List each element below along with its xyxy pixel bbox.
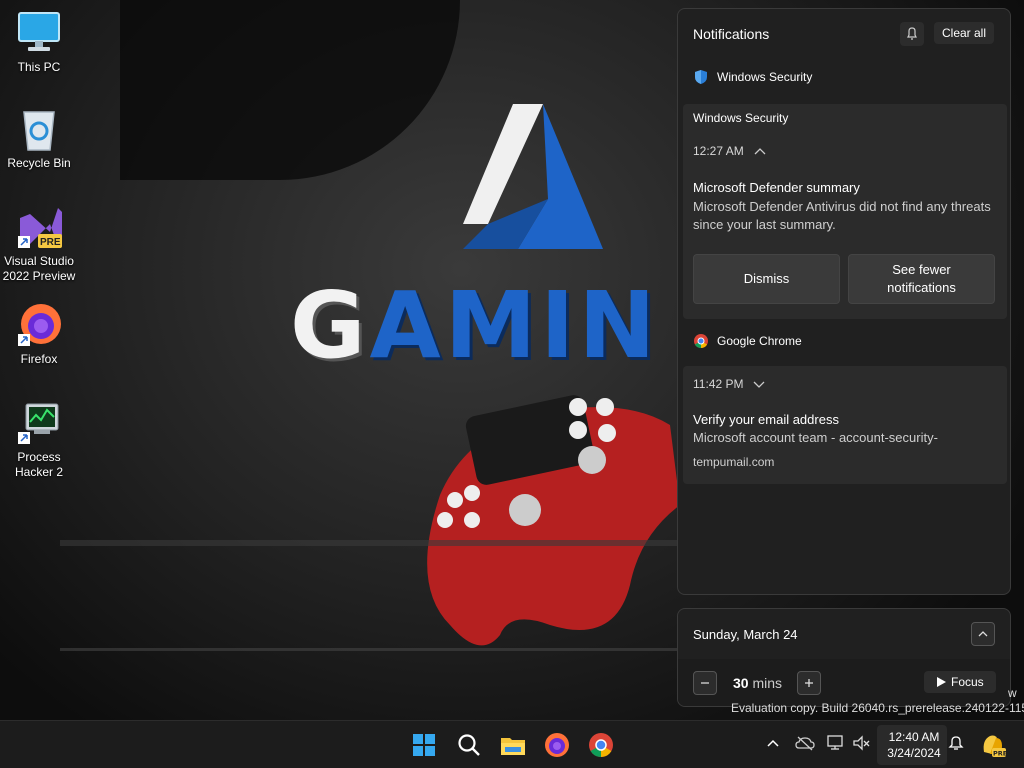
notification-card-defender[interactable]: 12:27 AM Microsoft Defender summary Micr… [683, 132, 1007, 319]
see-fewer-button[interactable]: See fewer notifications [848, 254, 995, 304]
focus-label: Focus [951, 675, 984, 689]
copilot-preview-icon: PRE [983, 735, 1007, 758]
chrome-taskbar-button[interactable] [587, 731, 615, 759]
cloud-offline-icon [795, 736, 815, 751]
copilot-button[interactable]: PRE [980, 732, 1007, 758]
process-hacker-icon [16, 400, 62, 446]
notification-time-text: 11:42 PM [693, 377, 744, 391]
focus-button[interactable]: Focus [924, 671, 996, 693]
notification-center: Notifications Clear all Windows Security… [677, 8, 1011, 595]
bell-icon [948, 736, 964, 750]
focus-minutes-value: 30 [733, 675, 749, 691]
visual-studio-icon: PRE [16, 204, 62, 250]
app-name: Windows Security [717, 70, 813, 84]
wallpaper-shape [120, 0, 460, 180]
focus-minutes-unit: mins [752, 675, 783, 691]
calendar-expand-button[interactable] [971, 622, 995, 646]
evaluation-watermark: Evaluation copy. Build 26040.rs_prerelea… [731, 701, 1024, 715]
chevron-down-icon [754, 381, 765, 388]
evaluation-watermark-edge: w [1008, 686, 1017, 700]
app-header-windows-security[interactable]: Windows Security [693, 69, 812, 85]
decrease-minutes-button[interactable] [693, 671, 717, 695]
desktop-icon-label: This PC [17, 60, 61, 74]
notification-group-header: Windows Security [683, 104, 1007, 132]
firefox-icon [545, 733, 569, 757]
volume-muted-icon [853, 735, 870, 751]
start-icon [413, 734, 435, 756]
show-hidden-icons-button[interactable] [763, 733, 783, 753]
chrome-icon [694, 334, 708, 349]
calendar-panel: Sunday, March 24 30 mins Focus [677, 608, 1011, 707]
wallpaper-band [60, 540, 700, 546]
do-not-disturb-button[interactable] [900, 22, 924, 46]
notification-title: Microsoft Defender summary [693, 180, 860, 195]
notification-body: Microsoft account team - account-securit… [693, 430, 938, 445]
notification-title: Verify your email address [693, 412, 839, 427]
search-button[interactable] [455, 731, 483, 759]
firefox-taskbar-button[interactable] [543, 731, 571, 759]
calendar-date: Sunday, March 24 [693, 627, 798, 642]
start-button[interactable] [410, 731, 438, 759]
play-icon [937, 677, 946, 687]
notification-time-text: 12:27 AM [693, 144, 744, 158]
group-header-label: Windows Security [693, 111, 789, 125]
monitor-icon [16, 10, 62, 56]
focus-duration: 30 mins [733, 675, 782, 691]
app-header-google-chrome[interactable]: Google Chrome [693, 333, 802, 349]
file-explorer-button[interactable] [499, 731, 527, 759]
chevron-up-icon [754, 148, 766, 155]
preview-badge: PRE [40, 237, 61, 248]
desktop-icon-visual-studio[interactable]: PRE Visual Studio 2022 Preview [0, 204, 78, 284]
desktop-icon-label: Firefox [20, 352, 58, 366]
notification-body: Microsoft Defender Antivirus did not fin… [693, 199, 991, 232]
desktop-icon-this-pc[interactable]: This PC [0, 10, 78, 75]
volume-tray-button[interactable] [852, 733, 872, 753]
notifications-title: Notifications [693, 26, 770, 42]
clock-date: 3/24/2024 [887, 746, 941, 760]
notification-time[interactable]: 11:42 PM [693, 377, 765, 391]
wallpaper-band [60, 648, 700, 651]
app-name: Google Chrome [717, 334, 802, 348]
chevron-up-icon [767, 739, 779, 747]
taskbar: 12:40 AM 3/24/2024 PRE [0, 720, 1024, 768]
file-explorer-icon [501, 738, 525, 755]
network-icon [827, 735, 843, 750]
notification-bell-button[interactable] [946, 733, 966, 753]
chevron-up-icon [978, 631, 988, 637]
notification-time[interactable]: 12:27 AM [693, 144, 766, 158]
taskbar-clock[interactable]: 12:40 AM 3/24/2024 [878, 729, 950, 761]
desktop-icon-process-hacker[interactable]: Process Hacker 2 [0, 400, 78, 480]
recycle-bin-icon [16, 106, 62, 152]
network-tray-button[interactable] [826, 733, 846, 753]
notification-card-chrome[interactable]: 11:42 PM Verify your email address Micro… [683, 366, 1007, 484]
gamepad-icon [427, 395, 680, 646]
bell-snooze-icon [907, 27, 917, 40]
firefox-icon [16, 302, 62, 348]
gaming-logo-icon [463, 104, 603, 249]
minus-icon [701, 682, 709, 684]
desktop-icon-label: Process [17, 450, 61, 464]
clear-all-button[interactable]: Clear all [934, 22, 995, 44]
desktop-icon-label: Recycle Bin [7, 156, 71, 170]
focus-session-row: 30 mins Focus [678, 659, 1010, 706]
desktop-icon-firefox[interactable]: Firefox [0, 302, 78, 367]
chrome-icon [589, 733, 613, 757]
svg-text:PRE: PRE [993, 750, 1006, 758]
dismiss-button[interactable]: Dismiss [693, 254, 840, 304]
wallpaper-logo-text: GAMIN [290, 272, 660, 379]
desktop-icon-recycle-bin[interactable]: Recycle Bin [0, 106, 78, 171]
notification-header: Notifications Clear all [678, 9, 1010, 57]
desktop-icon-label: 2022 Preview [2, 269, 76, 283]
clock-time: 12:40 AM [888, 730, 940, 744]
desktop-icon-label: Visual Studio [4, 254, 74, 268]
increase-minutes-button[interactable] [797, 671, 821, 695]
shield-icon [695, 70, 707, 84]
onedrive-tray-button[interactable] [795, 733, 815, 753]
plus-icon [805, 679, 813, 687]
notification-attribution: tempumail.com [693, 455, 775, 469]
search-icon [458, 734, 480, 756]
desktop-icon-label: Hacker 2 [14, 465, 64, 479]
